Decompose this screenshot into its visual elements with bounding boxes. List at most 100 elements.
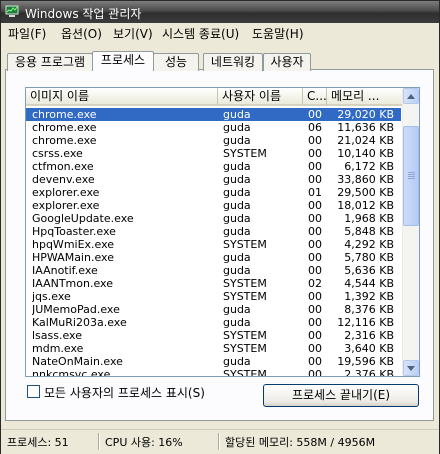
process-name: explorer.exe — [32, 199, 100, 212]
process-cpu: 00 — [308, 316, 322, 329]
process-user: guda — [223, 316, 251, 329]
status-memory: 할당된 메모리: 558M / 4956M — [225, 436, 376, 449]
process-user: guda — [223, 264, 251, 277]
column-header-user-name[interactable]: 사용자 이름 — [218, 88, 303, 106]
process-cpu: 00 — [308, 225, 322, 238]
process-name: chrome.exe — [32, 108, 97, 121]
process-cpu: 00 — [308, 290, 322, 303]
process-cpu: 00 — [308, 108, 322, 121]
process-cpu: 00 — [308, 329, 322, 342]
show-all-users-label: 모든 사용자의 프로세스 표시(S) — [44, 386, 205, 400]
process-name: hpqWmiEx.exe — [32, 238, 115, 251]
process-name: JUMemoPad.exe — [32, 303, 120, 316]
scroll-thumb[interactable] — [403, 126, 419, 226]
tab-performance[interactable]: 성능 — [153, 53, 199, 71]
process-memory: 5,780 KB — [344, 251, 394, 264]
scroll-down-button[interactable] — [403, 360, 419, 376]
scroll-up-arrow-icon — [407, 94, 415, 99]
process-row[interactable]: lsass.exe SYSTEM 00 2,316 KB — [26, 329, 401, 342]
tab-applications[interactable]: 응용 프로그램 — [7, 53, 93, 71]
window-title: Windows 작업 관리자 — [25, 7, 142, 21]
status-bar: 프로세스: 51 CPU 사용: 16% 할당된 메모리: 558M / 495… — [1, 429, 439, 454]
process-row[interactable]: explorer.exe guda 01 29,500 KB — [26, 186, 401, 199]
process-row[interactable]: NateOnMain.exe guda 00 19,596 KB — [26, 355, 401, 368]
process-user: guda — [223, 186, 251, 199]
process-memory: 5,848 KB — [344, 225, 394, 238]
tab-networking[interactable]: 네트워킹 — [203, 53, 263, 71]
process-memory: 10,140 KB — [337, 147, 394, 160]
process-memory: 1,392 KB — [344, 290, 394, 303]
menu-file[interactable]: 파일(F) — [8, 25, 46, 42]
process-name: NateOnMain.exe — [32, 355, 123, 368]
process-name: mdm.exe — [32, 342, 84, 355]
vertical-scrollbar[interactable] — [402, 88, 419, 376]
task-manager-icon — [5, 5, 19, 17]
column-header-memory[interactable]: 메모리 ... — [327, 88, 403, 106]
process-memory: 12,116 KB — [337, 316, 394, 329]
process-memory: 8,376 KB — [344, 303, 394, 316]
process-row[interactable]: chrome.exe guda 06 11,636 KB — [26, 121, 401, 134]
menu-view[interactable]: 보기(V) — [113, 25, 153, 42]
process-cpu: 00 — [308, 238, 322, 251]
menu-help[interactable]: 도움말(H) — [252, 25, 304, 42]
title-bar[interactable]: Windows 작업 관리자 — [1, 1, 439, 23]
process-row[interactable]: KalMuRi203a.exe guda 00 12,116 KB — [26, 316, 401, 329]
menu-shutdown[interactable]: 시스템 종료(U) — [162, 25, 239, 42]
process-row[interactable]: ctfmon.exe guda 00 6,172 KB — [26, 160, 401, 173]
process-row[interactable]: hpqWmiEx.exe SYSTEM 00 4,292 KB — [26, 238, 401, 251]
process-name: IAAnotif.exe — [32, 264, 98, 277]
process-memory: 2,376 KB — [344, 368, 394, 377]
process-cpu: 00 — [308, 251, 322, 264]
process-user: guda — [223, 355, 251, 368]
process-row[interactable]: nnkcmsvc.exe SYSTEM 00 2,376 KB — [26, 368, 401, 377]
process-user: guda — [223, 251, 251, 264]
process-user: SYSTEM — [223, 329, 267, 342]
process-memory: 4,544 KB — [344, 277, 394, 290]
process-cpu: 00 — [308, 368, 322, 377]
process-memory: 6,172 KB — [344, 160, 394, 173]
process-row[interactable]: HpqToaster.exe guda 00 5,848 KB — [26, 225, 401, 238]
process-row[interactable]: chrome.exe guda 00 29,020 KB — [26, 108, 401, 121]
process-name: HpqToaster.exe — [32, 225, 116, 238]
scroll-up-button[interactable] — [403, 88, 419, 104]
tab-users[interactable]: 사용자 — [263, 53, 311, 71]
process-row[interactable]: explorer.exe guda 00 18,012 KB — [26, 199, 401, 212]
status-cpu-usage: CPU 사용: 16% — [105, 436, 183, 449]
process-list[interactable]: 이미지 이름 사용자 이름 C... 메모리 ... chrome.exe gud… — [25, 87, 420, 377]
process-row[interactable]: devenv.exe guda 00 33,860 KB — [26, 173, 401, 186]
process-row[interactable]: JUMemoPad.exe guda 00 8,376 KB — [26, 303, 401, 316]
process-name: csrss.exe — [32, 147, 83, 160]
process-name: KalMuRi203a.exe — [32, 316, 127, 329]
process-name: chrome.exe — [32, 121, 97, 134]
process-row[interactable]: jqs.exe SYSTEM 00 1,392 KB — [26, 290, 401, 303]
process-memory: 3,640 KB — [344, 342, 394, 355]
show-all-users-checkbox[interactable] — [27, 385, 40, 398]
process-row[interactable]: mdm.exe SYSTEM 00 3,640 KB — [26, 342, 401, 355]
process-cpu: 00 — [308, 160, 322, 173]
process-row[interactable]: HPWAMain.exe guda 00 5,780 KB — [26, 251, 401, 264]
process-row[interactable]: csrss.exe SYSTEM 00 10,140 KB — [26, 147, 401, 160]
process-row[interactable]: IAANTmon.exe SYSTEM 02 4,544 KB — [26, 277, 401, 290]
menu-options[interactable]: 옵션(O) — [61, 25, 102, 42]
process-cpu: 00 — [308, 134, 322, 147]
process-name: nnkcmsvc.exe — [32, 368, 111, 377]
process-user: SYSTEM — [223, 277, 267, 290]
process-memory: 21,024 KB — [337, 134, 394, 147]
process-user: guda — [223, 303, 251, 316]
process-user: guda — [223, 212, 251, 225]
process-row[interactable]: IAAnotif.exe guda 00 5,636 KB — [26, 264, 401, 277]
process-cpu: 02 — [308, 277, 322, 290]
tab-processes[interactable]: 프로세스 — [92, 51, 154, 71]
process-memory: 19,596 KB — [337, 355, 394, 368]
column-header-cpu[interactable]: C... — [303, 88, 327, 106]
process-row[interactable]: GoogleUpdate.exe guda 00 1,968 KB — [26, 212, 401, 225]
process-user: SYSTEM — [223, 147, 267, 160]
column-header-image-name[interactable]: 이미지 이름 — [26, 88, 218, 106]
process-row[interactable]: chrome.exe guda 00 21,024 KB — [26, 134, 401, 147]
process-cpu: 00 — [308, 355, 322, 368]
process-memory: 1,968 KB — [344, 212, 394, 225]
end-process-button[interactable]: 프로세스 끝내기(E) — [263, 384, 419, 407]
process-name: ctfmon.exe — [32, 160, 94, 173]
process-name: HPWAMain.exe — [32, 251, 114, 264]
process-memory: 29,500 KB — [337, 186, 394, 199]
